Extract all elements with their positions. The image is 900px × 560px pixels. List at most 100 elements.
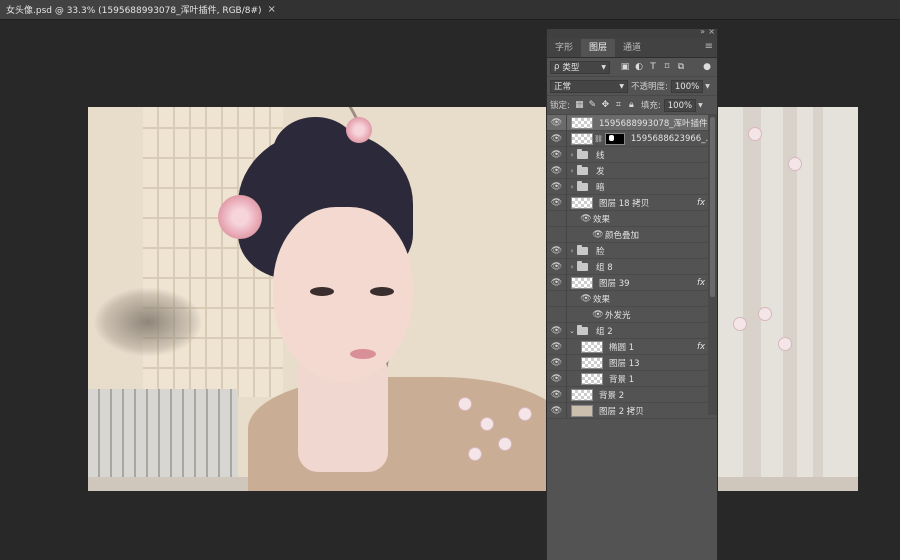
filter-toggle-icon[interactable]: ● (700, 62, 714, 72)
visibility-eye-icon[interactable]: 👁︎ (547, 134, 566, 144)
layer-row[interactable]: 👁︎ 图层 2 拷贝 (547, 402, 717, 419)
layer-row[interactable]: 👁︎ ⌄ 组 2 (547, 322, 717, 339)
layer-row[interactable]: 👁︎ 背景 2 (547, 386, 717, 403)
chevron-right-icon[interactable]: › (567, 183, 577, 191)
visibility-eye-icon[interactable]: 👁︎ (547, 278, 566, 288)
layer-row[interactable]: 👁︎ ⛓︎ 1595688623966_... (547, 130, 717, 147)
filter-adjustment-icon[interactable]: ◐ (632, 62, 646, 72)
visibility-eye-icon[interactable]: 👁︎ (547, 166, 566, 176)
effects-label: 效果 (593, 294, 611, 305)
chevron-right-icon[interactable]: › (567, 247, 577, 255)
panel-menu-icon[interactable]: ≡ (705, 41, 713, 52)
folder-icon (577, 164, 588, 175)
filter-shape-icon[interactable]: ⌑ (660, 62, 674, 72)
folder-icon (577, 180, 588, 191)
artwork-blossom (758, 307, 772, 321)
lock-all-icon[interactable]: 🔒︎ (625, 100, 638, 110)
canvas-artwork[interactable] (88, 107, 858, 491)
fx-icon[interactable]: fx (697, 278, 705, 288)
visibility-eye-icon[interactable]: 👁︎ (547, 326, 566, 336)
effects-row[interactable]: 👁︎ 效果 (547, 210, 717, 227)
filter-kind-select[interactable]: ρ 类型 ▼ (550, 60, 610, 74)
visibility-eye-icon[interactable]: 👁︎ (547, 150, 566, 160)
fx-icon[interactable]: fx (697, 342, 705, 352)
lock-artboard-icon[interactable]: ⌗ (612, 100, 625, 110)
filter-type-icon[interactable]: T (646, 62, 660, 72)
visibility-eye-icon[interactable]: 👁︎ (579, 294, 593, 304)
layer-thumbnail (571, 404, 593, 417)
layers-panel: » × 字形 图层 通道 ≡ ρ 类型 ▼ ▣ ◐ T ⌑ ⧉ ● 正常 ▼ 不… (546, 27, 718, 560)
document-tab[interactable]: 女头像.psd @ 33.3% (1595688993078_浑叶插件, RGB… (0, 0, 276, 19)
layer-row[interactable]: 👁︎ 1595688993078_浑叶插件 (547, 114, 717, 131)
layers-scrollbar[interactable] (708, 115, 717, 415)
layer-name: 背景 2 (599, 390, 625, 401)
artwork-eye (310, 287, 334, 296)
visibility-eye-icon[interactable]: 👁︎ (547, 358, 566, 368)
visibility-eye-icon[interactable]: 👁︎ (547, 118, 566, 128)
layer-name: 图层 39 (599, 278, 630, 289)
layer-list: 👁︎ 1595688993078_浑叶插件 👁︎ ⛓︎ 159568862396… (547, 114, 717, 419)
effect-row[interactable]: 👁︎ 外发光 (547, 306, 717, 323)
panel-header-strip: » × (547, 27, 717, 38)
visibility-eye-icon[interactable]: 👁︎ (547, 390, 566, 400)
layer-row[interactable]: 👁︎ 图层 18 拷贝 fx ▲ (547, 194, 717, 211)
chevron-down-icon: ▼ (619, 82, 624, 90)
layer-thumbnail (571, 276, 593, 289)
artwork-blossom (518, 407, 532, 421)
fill-label: 填充: (640, 101, 661, 111)
visibility-eye-icon[interactable]: 👁︎ (547, 246, 566, 256)
layer-row[interactable]: 👁︎ › 暗 (547, 178, 717, 195)
visibility-eye-icon[interactable]: 👁︎ (579, 214, 593, 224)
layer-row[interactable]: 👁︎ 图层 39 fx ▲ (547, 274, 717, 291)
collapse-icon[interactable]: » (700, 27, 705, 36)
effect-row[interactable]: 👁︎ 颜色叠加 (547, 226, 717, 243)
visibility-eye-icon[interactable]: 👁︎ (547, 406, 566, 416)
chevron-down-icon[interactable]: ⌄ (567, 327, 577, 335)
layer-thumbnail (571, 196, 593, 209)
blend-mode-value: 正常 (554, 82, 572, 92)
chevron-right-icon[interactable]: › (567, 151, 577, 159)
blend-mode-select[interactable]: 正常 ▼ (550, 79, 628, 93)
artwork-robe (248, 377, 568, 491)
lock-transparent-icon[interactable]: ▦ (573, 100, 586, 110)
visibility-eye-icon[interactable]: 👁︎ (547, 342, 566, 352)
filter-smart-object-icon[interactable]: ⧉ (674, 62, 688, 72)
chevron-right-icon[interactable]: › (567, 167, 577, 175)
folder-open-icon (577, 324, 588, 335)
tab-channels[interactable]: 通道 (615, 39, 649, 57)
layer-thumbnail (571, 388, 593, 401)
chevron-down-icon[interactable]: ▼ (705, 83, 710, 90)
link-icon[interactable]: ⛓︎ (594, 135, 603, 143)
visibility-eye-icon[interactable]: 👁︎ (547, 182, 566, 192)
layer-row[interactable]: 👁︎ 背景 1 (547, 370, 717, 387)
close-icon[interactable]: × (268, 4, 276, 15)
close-icon[interactable]: × (708, 27, 715, 36)
tab-layers[interactable]: 图层 (581, 39, 616, 57)
effects-row[interactable]: 👁︎ 效果 (547, 290, 717, 307)
artwork-hair-flower (218, 195, 262, 239)
visibility-eye-icon[interactable]: 👁︎ (591, 230, 605, 240)
lock-position-icon[interactable]: ✥ (599, 100, 612, 110)
visibility-eye-icon[interactable]: 👁︎ (547, 262, 566, 272)
layer-row[interactable]: 👁︎ › 发 (547, 162, 717, 179)
visibility-eye-icon[interactable]: 👁︎ (591, 310, 605, 320)
scrollbar-thumb[interactable] (710, 117, 715, 297)
visibility-eye-icon[interactable]: 👁︎ (547, 198, 566, 208)
layer-row[interactable]: 👁︎ › 线 (547, 146, 717, 163)
layer-row[interactable]: 👁︎ 椭圆 1 fx ▼ (547, 338, 717, 355)
layer-name: 图层 18 拷贝 (599, 198, 650, 209)
tab-glyphs[interactable]: 字形 (547, 39, 581, 57)
layer-row[interactable]: 👁︎ › 脸 (547, 242, 717, 259)
fill-input[interactable]: 100% (663, 98, 697, 112)
chevron-right-icon[interactable]: › (567, 263, 577, 271)
filter-pixel-icon[interactable]: ▣ (618, 62, 632, 72)
artwork-blossom (458, 397, 472, 411)
fx-icon[interactable]: fx (697, 198, 705, 208)
lock-image-icon[interactable]: ✎ (586, 100, 599, 110)
layer-row[interactable]: 👁︎ 图层 13 (547, 354, 717, 371)
opacity-input[interactable]: 100% (670, 79, 704, 93)
visibility-eye-icon[interactable]: 👁︎ (547, 374, 566, 384)
artwork-blossom (748, 127, 762, 141)
layer-row[interactable]: 👁︎ › 组 8 (547, 258, 717, 275)
chevron-down-icon[interactable]: ▼ (698, 102, 703, 109)
